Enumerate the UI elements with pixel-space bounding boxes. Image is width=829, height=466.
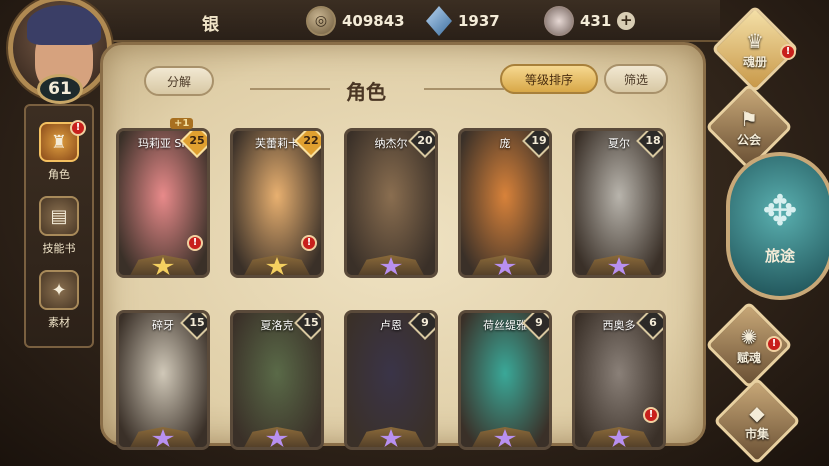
flame-icon: ✺	[740, 324, 758, 349]
character-card[interactable]: 芙蕾莉卡 22!	[230, 128, 324, 278]
character-card[interactable]: 碎牙 15	[116, 310, 210, 450]
crystal-count: 431	[580, 12, 612, 30]
market-label: 市集	[744, 426, 769, 441]
character-level: 9	[535, 316, 543, 329]
left-nav-item-skillbook[interactable]: ▤ 技能书	[26, 188, 92, 262]
character-level: 6	[649, 316, 657, 329]
crystal-resource: 431 +	[544, 6, 636, 36]
character-level: 9	[421, 316, 429, 329]
left-nav-item-materials[interactable]: ✦ 素材	[26, 262, 92, 336]
character-card[interactable]: 荷丝缇雅 9	[458, 310, 552, 450]
character-level: 22	[303, 134, 319, 147]
character-level: 19	[531, 134, 547, 147]
sort-by-level-button[interactable]: 等级排序	[500, 64, 598, 94]
gem-icon	[426, 6, 452, 36]
character-card[interactable]: 纳杰尔 20	[344, 128, 438, 278]
soul-book-label: 魂册	[742, 54, 767, 69]
soul-icon: ♛	[746, 28, 764, 53]
left-nav-label: 角色	[48, 168, 70, 181]
character-card[interactable]: 卢恩 9	[344, 310, 438, 450]
market-button[interactable]: ◆ 市集	[713, 377, 801, 465]
card-alert-icon: !	[187, 235, 203, 251]
add-crystal-button[interactable]: +	[617, 12, 636, 30]
player-level-badge: 61	[37, 74, 83, 104]
left-nav-label: 技能书	[42, 242, 76, 255]
guild-label: 公会	[736, 132, 761, 147]
journey-button[interactable]: ✥ 旅途	[726, 152, 829, 300]
soul-book-button[interactable]: ♛ 魂册	[711, 5, 799, 93]
crystal-icon	[544, 6, 574, 36]
compass-icon: ✥	[762, 186, 798, 235]
book-icon: ▤	[39, 196, 79, 236]
plus-one-badge: +1	[170, 118, 194, 129]
character-level: 15	[189, 316, 205, 329]
coin-resource: ◎ 409843	[306, 6, 405, 36]
gem-count: 1937	[458, 12, 500, 30]
card-alert-icon: !	[643, 407, 659, 423]
soul-infuse-alert-icon: !	[766, 336, 782, 352]
character-level: 20	[417, 134, 433, 147]
character-card[interactable]: 西奥多 6!	[572, 310, 666, 450]
market-icon: ◆	[749, 400, 765, 425]
gem-resource: 1937	[426, 6, 500, 36]
character-card[interactable]: 庞 19	[458, 128, 552, 278]
coin-count: 409843	[342, 12, 405, 30]
journey-label: 旅途	[764, 247, 795, 265]
section-title: 角色	[346, 80, 386, 104]
character-level: 18	[645, 134, 661, 147]
soul-book-alert-icon: !	[780, 44, 796, 60]
filter-button[interactable]: 筛选	[604, 64, 668, 94]
character-alert-icon: !	[70, 120, 86, 136]
soul-infuse-label: 赋魂	[736, 350, 761, 365]
character-level: 15	[303, 316, 319, 329]
avatar-hair	[27, 5, 101, 45]
coin-icon: ◎	[306, 6, 336, 36]
left-nav-label: 素材	[48, 316, 70, 329]
character-card[interactable]: 玛莉亚 SP 25!	[116, 128, 210, 278]
guild-button[interactable]: ⚑ 公会	[705, 83, 793, 171]
character-level: 25	[189, 134, 205, 147]
character-card[interactable]: 夏尔 18	[572, 128, 666, 278]
character-card[interactable]: 夏洛克 15	[230, 310, 324, 450]
title-ornament-left	[250, 88, 330, 90]
player-name: 银	[202, 15, 219, 35]
claw-icon: ✦	[39, 270, 79, 310]
card-alert-icon: !	[301, 235, 317, 251]
title-ornament-right	[424, 88, 504, 90]
guild-icon: ⚑	[740, 106, 758, 131]
decompose-button[interactable]: 分解	[144, 66, 214, 96]
